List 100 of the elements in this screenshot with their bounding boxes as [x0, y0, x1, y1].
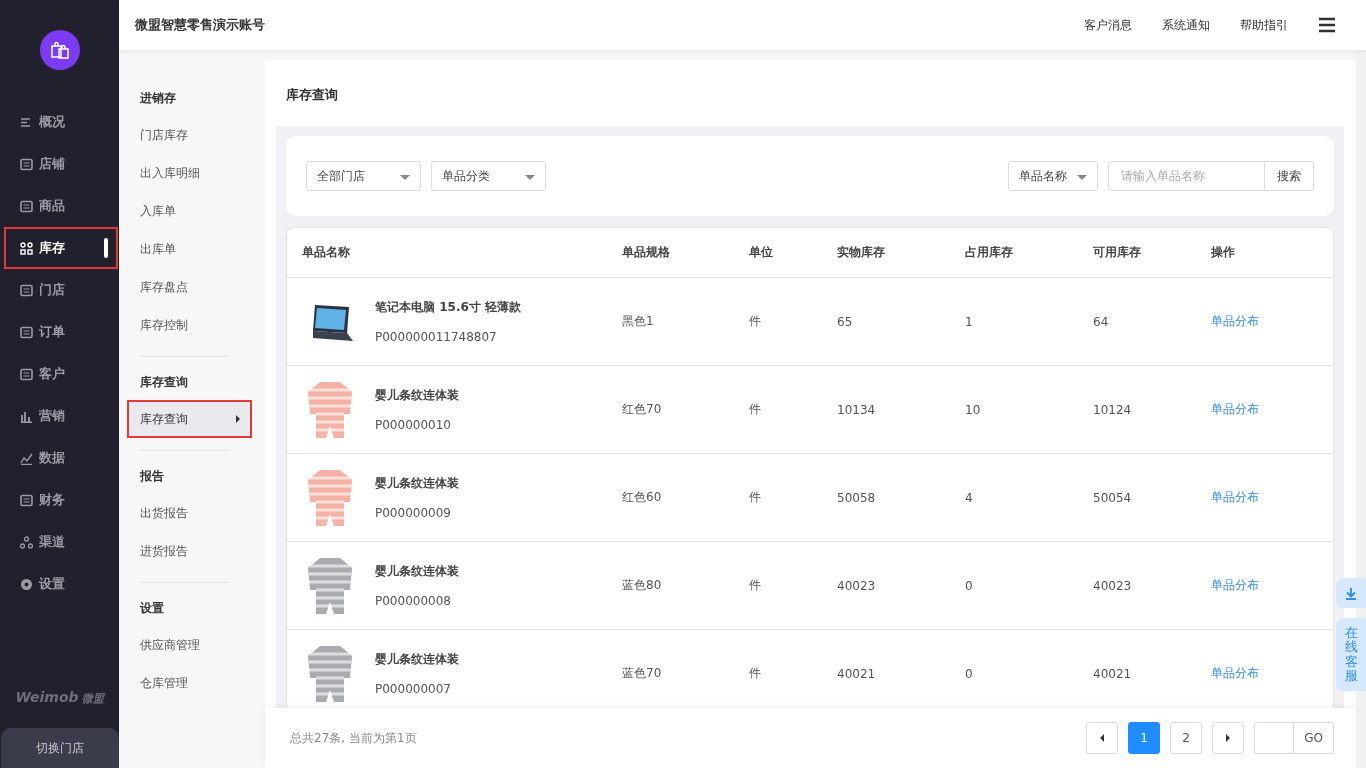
caret-icon: [525, 175, 535, 180]
nav-icon: [20, 577, 33, 591]
product-code: P000000010: [375, 418, 452, 432]
sidebar-item[interactable]: 概况: [0, 101, 119, 143]
distribution-link[interactable]: 单品分布: [1211, 314, 1259, 328]
sidebar-item[interactable]: 设置: [0, 563, 119, 605]
sidebar-item[interactable]: 店铺: [0, 143, 119, 185]
occupied-stock-cell-text: 0: [965, 666, 974, 681]
top-link[interactable]: 系统通知: [1162, 16, 1210, 34]
search-field[interactable]: 请输入单品名称: [1108, 161, 1265, 191]
product-code: P000000007: [375, 682, 452, 696]
caret-icon: [1077, 175, 1087, 180]
available-stock-cell-text: 10124: [1093, 402, 1133, 417]
unit-cell-text: 件: [749, 401, 762, 418]
sidebar-item[interactable]: 财务: [0, 479, 119, 521]
switch-store-button[interactable]: 切换门店: [0, 728, 119, 768]
unit-cell-text: 件: [749, 313, 762, 330]
physical-stock-cell-text: 40023: [837, 578, 877, 593]
spec-cell-text: 红色60: [622, 489, 663, 506]
brand-logo-text-cn: 微盟: [81, 691, 104, 706]
distribution-link[interactable]: 单品分布: [1211, 490, 1259, 504]
sub-nav-item[interactable]: 供应商管理: [140, 626, 230, 664]
store-select[interactable]: 全部门店: [306, 161, 421, 191]
product-name: 婴儿条纹连体装: [375, 563, 459, 580]
section-heading: 库存查询: [140, 374, 189, 391]
go-button[interactable]: GO: [1294, 722, 1334, 754]
nav-icon: [20, 283, 33, 297]
top-link[interactable]: 帮助指引: [1240, 16, 1288, 34]
sidebar-item[interactable]: 数据: [0, 437, 119, 479]
search-button[interactable]: 搜索: [1265, 161, 1314, 191]
menu-icon[interactable]: [1318, 17, 1336, 33]
product-code: P000000008: [375, 594, 452, 608]
brand-logo-text: Weimob: [15, 689, 79, 705]
occupied-stock-cell-text: 0: [965, 578, 974, 593]
page-button[interactable]: 2: [1170, 722, 1202, 754]
top-link[interactable]: 客户消息: [1084, 16, 1132, 34]
nav-icon: [20, 451, 33, 465]
column-header: 单品规格: [622, 244, 671, 261]
physical-stock-cell-text: 65: [837, 314, 854, 329]
download-button[interactable]: [1336, 578, 1366, 608]
available-stock-cell-text: 40021: [1093, 666, 1133, 681]
sub-nav-item[interactable]: 出货报告: [140, 494, 230, 532]
column-header: 实物库存: [837, 244, 886, 261]
product-name: 婴儿条纹连体装: [375, 387, 459, 404]
nav-icon: [20, 367, 33, 381]
download-icon: [1345, 586, 1357, 600]
nav-icon: [20, 325, 33, 339]
distribution-link[interactable]: 单品分布: [1211, 402, 1259, 416]
section-heading: 进销存: [140, 90, 177, 107]
column-header: 占用库存: [965, 244, 1014, 261]
nav-icon: [20, 493, 33, 507]
available-stock-cell-text: 40023: [1093, 578, 1133, 593]
distribution-link[interactable]: 单品分布: [1211, 578, 1259, 592]
nav-icon: [20, 199, 33, 213]
sub-nav-item[interactable]: 库存盘点: [140, 268, 230, 306]
column-header: 单品名称: [302, 244, 351, 261]
sub-nav-item[interactable]: 门店库存: [140, 116, 230, 154]
distribution-link[interactable]: 单品分布: [1211, 666, 1259, 680]
column-header: 单位: [749, 244, 774, 261]
sidebar-item[interactable]: 营销: [0, 395, 119, 437]
physical-stock-cell-text: 10134: [837, 402, 877, 417]
active-indicator: [104, 238, 108, 258]
sub-nav-item[interactable]: 库存查询: [127, 400, 252, 438]
nav-icon: [20, 409, 33, 423]
sidebar-item[interactable]: 库存: [4, 227, 118, 269]
column-header: 可用库存: [1093, 244, 1142, 261]
available-stock-cell-text: 50054: [1093, 490, 1133, 505]
occupied-stock-cell-text: 1: [965, 314, 974, 329]
sub-nav-item[interactable]: 出库单: [140, 230, 230, 268]
unit-cell-text: 件: [749, 665, 762, 682]
column-header: 操作: [1211, 244, 1236, 261]
sub-nav-item[interactable]: 仓库管理: [140, 664, 230, 702]
spec-cell-text: 蓝色80: [622, 577, 663, 594]
page-number-field[interactable]: [1254, 722, 1294, 754]
previous-page-button[interactable]: [1086, 722, 1118, 754]
sub-nav-item[interactable]: 进货报告: [140, 532, 230, 570]
available-stock-cell-text: 64: [1093, 314, 1110, 329]
caret-icon: [400, 175, 410, 180]
sub-nav-item[interactable]: 库存控制: [140, 306, 230, 344]
unit-cell-text: 件: [749, 577, 762, 594]
sidebar-item[interactable]: 订单: [0, 311, 119, 353]
spec-cell-text: 黑色1: [622, 313, 655, 330]
sub-nav-item[interactable]: 入库单: [140, 192, 230, 230]
caret-right-icon: [236, 415, 240, 423]
search-type-select[interactable]: 单品名称: [1008, 161, 1098, 191]
sidebar-item[interactable]: 客户: [0, 353, 119, 395]
shopping-bags-logo-icon: [39, 30, 80, 70]
sidebar-item[interactable]: 商品: [0, 185, 119, 227]
spec-cell-text: 蓝色70: [622, 665, 663, 682]
product-code: P000000011748807: [375, 330, 498, 344]
pagination-summary: 总共27条, 当前为第1页: [290, 729, 417, 747]
sidebar-item[interactable]: 门店: [0, 269, 119, 311]
nav-icon: [20, 535, 33, 549]
product-name: 婴儿条纹连体装: [375, 475, 459, 492]
next-page-button[interactable]: [1212, 722, 1244, 754]
nav-icon: [20, 241, 33, 255]
section-heading: 设置: [140, 600, 165, 617]
sidebar-item[interactable]: 渠道: [0, 521, 119, 563]
category-select[interactable]: 单品分类: [431, 161, 546, 191]
sub-nav-item[interactable]: 出入库明细: [140, 154, 230, 192]
